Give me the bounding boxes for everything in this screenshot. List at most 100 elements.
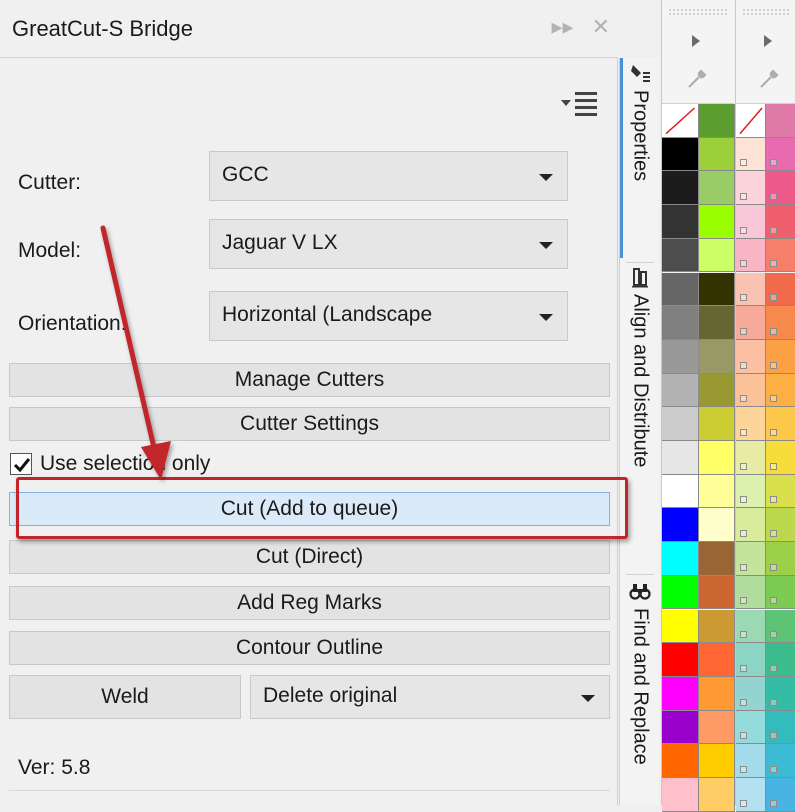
orientation-select[interactable]: Horizontal (Landscape [209,291,568,341]
tab-find-and-replace[interactable]: Find and Replace [620,576,660,805]
color-swatch[interactable] [736,306,766,340]
color-swatch[interactable] [736,373,766,408]
color-swatch[interactable] [736,609,766,644]
color-swatch[interactable] [662,508,699,543]
color-swatch[interactable] [662,710,699,745]
cutter-select[interactable]: GCC [209,151,568,201]
color-swatch[interactable] [662,575,699,610]
color-swatch[interactable] [766,104,795,138]
manage-cutters-button[interactable]: Manage Cutters [9,363,610,397]
color-swatch[interactable] [736,744,766,778]
color-swatch[interactable] [698,339,735,374]
color-swatch[interactable] [698,474,735,509]
color-swatch[interactable] [736,205,766,239]
color-swatch[interactable] [662,643,699,677]
color-swatch[interactable] [766,373,795,408]
color-swatch[interactable] [662,306,699,340]
color-swatch[interactable] [766,508,795,543]
color-swatch[interactable] [766,306,795,340]
eyedropper-icon[interactable] [758,68,780,90]
cut-direct-button[interactable]: Cut (Direct) [9,540,610,574]
color-swatch[interactable] [662,474,699,509]
color-swatch[interactable] [698,575,735,610]
weld-option-select[interactable]: Delete original [250,675,610,719]
color-swatch[interactable] [662,205,699,239]
no-color-swatch[interactable] [662,104,699,138]
color-swatch[interactable] [736,778,766,812]
color-swatch[interactable] [698,171,735,206]
color-swatch[interactable] [662,238,699,273]
color-swatch[interactable] [736,575,766,610]
color-swatch[interactable] [766,238,795,273]
color-swatch[interactable] [698,137,735,172]
color-swatch[interactable] [662,137,699,172]
color-swatch[interactable] [698,238,735,273]
color-swatch[interactable] [698,306,735,340]
color-swatch[interactable] [698,609,735,644]
color-swatch[interactable] [662,407,699,441]
weld-button[interactable]: Weld [9,675,241,719]
color-swatch[interactable] [736,272,766,307]
color-swatch[interactable] [698,407,735,441]
color-swatch[interactable] [662,778,699,812]
color-swatch[interactable] [698,542,735,576]
no-color-swatch[interactable] [736,104,766,138]
color-swatch[interactable] [766,609,795,644]
color-swatch[interactable] [698,508,735,543]
color-swatch[interactable] [698,676,735,711]
use-selection-checkbox[interactable] [10,453,32,475]
color-swatch[interactable] [698,441,735,475]
add-reg-marks-button[interactable]: Add Reg Marks [9,586,610,620]
palette-scroll-arrow-icon[interactable] [764,35,772,47]
color-swatch[interactable] [698,778,735,812]
contour-outline-button[interactable]: Contour Outline [9,631,610,665]
color-swatch[interactable] [698,272,735,307]
color-swatch[interactable] [698,205,735,239]
color-swatch[interactable] [766,272,795,307]
color-swatch[interactable] [766,407,795,441]
color-swatch[interactable] [766,778,795,812]
color-swatch[interactable] [736,137,766,172]
color-swatch[interactable] [736,407,766,441]
flyout-menu-icon[interactable] [559,90,599,116]
use-selection-row[interactable]: Use selection only [10,452,210,476]
palette-grip[interactable] [668,8,728,16]
color-swatch[interactable] [766,710,795,745]
color-swatch[interactable] [766,137,795,172]
palette-scroll-arrow-icon[interactable] [692,35,700,47]
color-swatch[interactable] [698,373,735,408]
color-swatch[interactable] [766,171,795,206]
color-swatch[interactable] [662,272,699,307]
color-swatch[interactable] [736,676,766,711]
eyedropper-icon[interactable] [686,68,708,90]
color-swatch[interactable] [736,474,766,509]
cutter-settings-button[interactable]: Cutter Settings [9,407,610,441]
color-swatch[interactable] [766,542,795,576]
color-swatch[interactable] [662,676,699,711]
color-swatch[interactable] [766,339,795,374]
color-swatch[interactable] [736,710,766,745]
color-swatch[interactable] [766,575,795,610]
color-swatch[interactable] [662,339,699,374]
color-swatch[interactable] [736,171,766,206]
color-swatch[interactable] [662,744,699,778]
color-swatch[interactable] [766,643,795,677]
color-swatch[interactable] [662,171,699,206]
color-swatch[interactable] [766,205,795,239]
color-swatch[interactable] [766,474,795,509]
color-swatch[interactable] [736,339,766,374]
color-swatch[interactable] [736,441,766,475]
tab-properties[interactable]: Properties [620,58,660,258]
color-swatch[interactable] [736,643,766,677]
color-swatch[interactable] [698,104,735,138]
color-swatch[interactable] [698,710,735,745]
model-select[interactable]: Jaguar V LX [209,219,568,269]
color-swatch[interactable] [698,643,735,677]
color-swatch[interactable] [736,508,766,543]
color-swatch[interactable] [766,441,795,475]
collapse-docker-icon[interactable]: ▸▸ [551,14,573,40]
color-swatch[interactable] [736,238,766,273]
color-swatch[interactable] [662,542,699,576]
color-swatch[interactable] [736,542,766,576]
color-swatch[interactable] [662,373,699,408]
